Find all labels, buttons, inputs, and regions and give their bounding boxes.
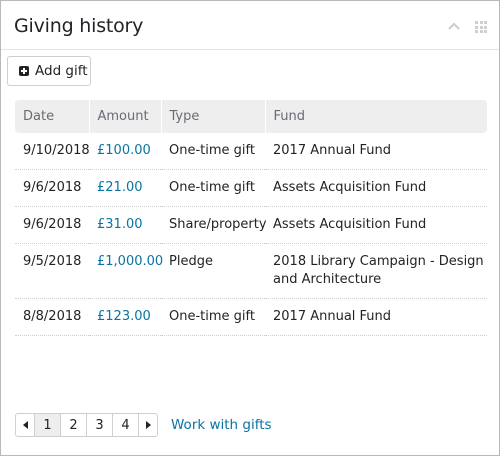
gift-date: 8/8/2018: [15, 298, 89, 336]
table-row: 9/10/2018 £100.00 One-time gift 2017 Ann…: [15, 133, 487, 170]
chevron-up-icon[interactable]: [447, 21, 461, 31]
column-header-amount[interactable]: Amount: [89, 100, 162, 133]
previous-page-button[interactable]: [15, 413, 35, 437]
gift-fund: 2017 Annual Fund: [265, 298, 487, 336]
gift-fund: Assets Acquisition Fund: [265, 206, 487, 244]
tile-header: Giving history: [1, 1, 499, 50]
gift-type: One-time gift: [161, 133, 265, 170]
table-header-row: Date Amount Type Fund: [15, 100, 487, 133]
gift-fund: 2018 Library Campaign - Design and Archi…: [265, 243, 487, 299]
page-3-button[interactable]: 3: [86, 413, 113, 437]
gifts-table: Date Amount Type Fund 9/10/2018 £100.00 …: [15, 100, 487, 336]
column-header-fund[interactable]: Fund: [265, 100, 487, 133]
table-row: 9/5/2018 £1,000.00 Pledge 2018 Library C…: [15, 243, 487, 299]
gift-date: 9/10/2018: [15, 133, 90, 170]
add-gift-button[interactable]: Add gift: [7, 56, 91, 86]
gift-type: Share/property: [161, 206, 267, 244]
gift-amount-link[interactable]: £100.00: [89, 133, 161, 170]
gift-amount-link[interactable]: £21.00: [89, 169, 161, 207]
gift-amount-link[interactable]: £31.00: [89, 206, 161, 244]
table-row: 9/6/2018 £31.00 Share/property Assets Ac…: [15, 206, 487, 244]
work-with-gifts-link[interactable]: Work with gifts: [171, 417, 272, 433]
pagination: 1 2 3 4: [15, 413, 158, 437]
plus-square-icon: [19, 66, 29, 76]
gift-amount-link[interactable]: £123.00: [89, 298, 161, 336]
table-row: 8/8/2018 £123.00 One-time gift 2017 Annu…: [15, 298, 487, 336]
next-page-button[interactable]: [138, 413, 158, 437]
gift-amount-link[interactable]: £1,000.00: [89, 243, 163, 299]
giving-history-tile: Giving history Add gift Date Amount Type…: [0, 0, 500, 456]
caret-left-icon: [22, 421, 28, 429]
gift-date: 9/6/2018: [15, 206, 89, 244]
page-4-button[interactable]: 4: [112, 413, 139, 437]
gift-date: 9/6/2018: [15, 169, 89, 207]
gift-fund: 2017 Annual Fund: [265, 133, 487, 170]
table-row: 9/6/2018 £21.00 One-time gift Assets Acq…: [15, 169, 487, 207]
page-2-button[interactable]: 2: [60, 413, 87, 437]
column-header-date[interactable]: Date: [15, 100, 90, 133]
column-header-type[interactable]: Type: [161, 100, 266, 133]
tile-title: Giving history: [14, 15, 144, 37]
gift-date: 9/5/2018: [15, 243, 89, 299]
gift-type: Pledge: [161, 243, 265, 299]
gift-type: One-time gift: [161, 169, 265, 207]
page-1-button[interactable]: 1: [34, 413, 61, 437]
gift-type: One-time gift: [161, 298, 265, 336]
grip-icon[interactable]: [475, 21, 487, 33]
caret-right-icon: [145, 421, 151, 429]
add-gift-label: Add gift: [35, 63, 88, 79]
gift-fund: Assets Acquisition Fund: [265, 169, 487, 207]
